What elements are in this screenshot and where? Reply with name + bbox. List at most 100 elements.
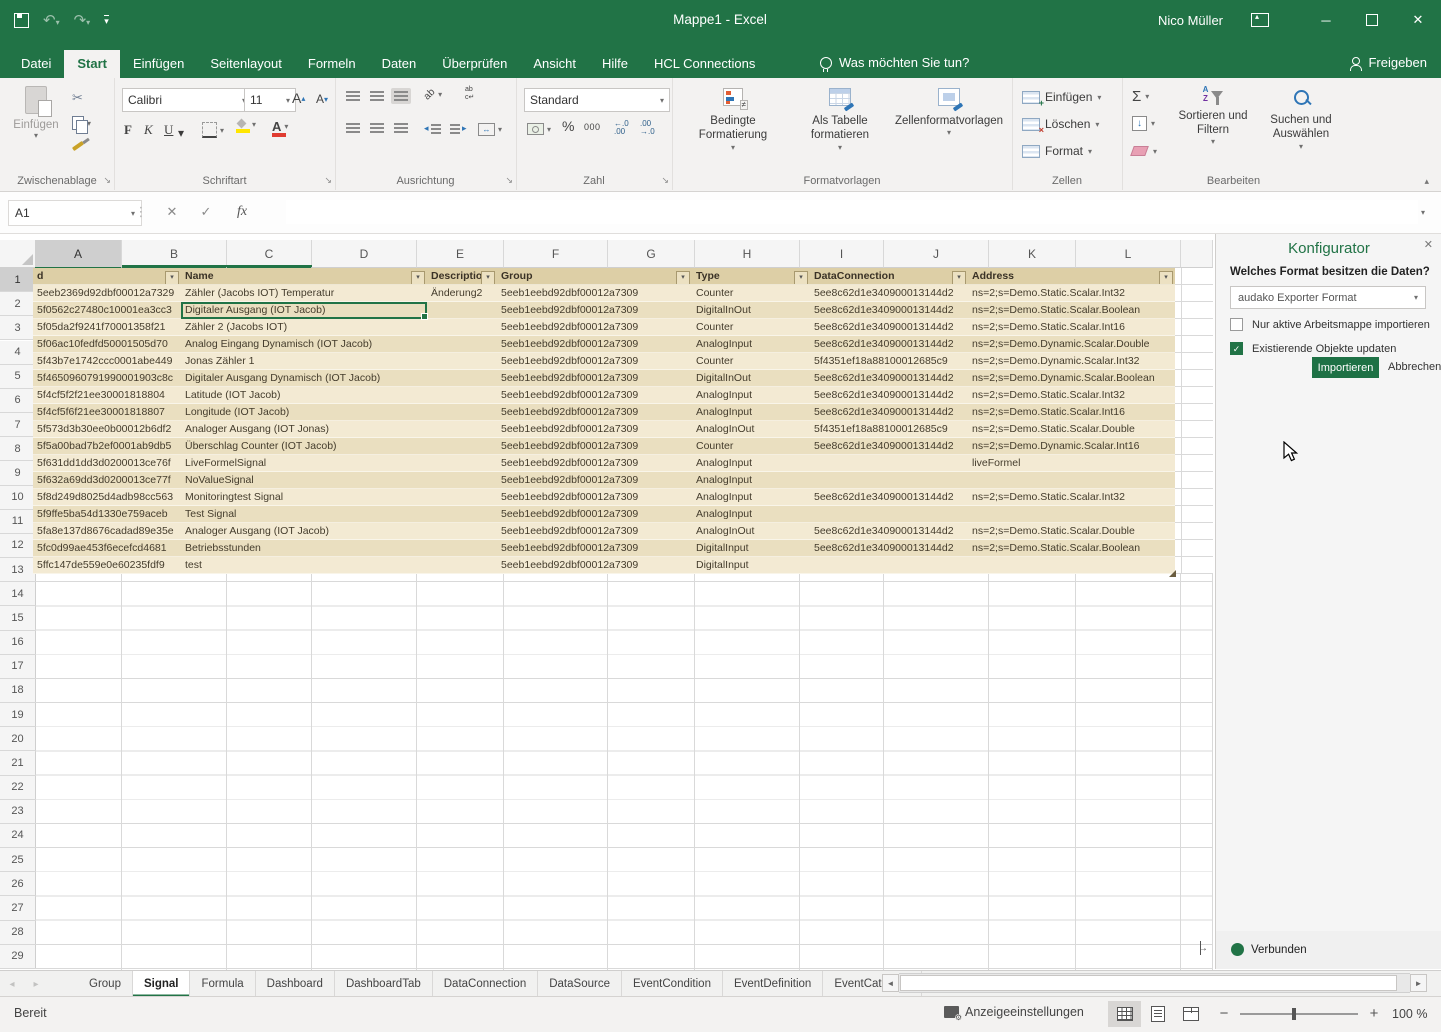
table-cell[interactable] (427, 489, 497, 506)
row-header-26[interactable]: 26 (0, 872, 36, 896)
fill-color-button[interactable]: ▾ (236, 120, 256, 129)
dialog-launcher-icon[interactable]: ↘ (324, 175, 332, 186)
sheet-nav-left-icon[interactable]: ◂ (0, 971, 24, 997)
row-header-19[interactable]: 19 (0, 703, 36, 727)
table-cell[interactable]: 5ffc147de559e0e60235fdf9 (33, 557, 181, 574)
orientation-button[interactable]: ab▾ (421, 86, 445, 103)
selected-cell-border[interactable] (181, 302, 427, 319)
table-cell[interactable]: 5fc0d99ae453f6ecefcd4681 (33, 540, 181, 557)
row-header-22[interactable]: 22 (0, 776, 36, 800)
table-cell[interactable] (427, 404, 497, 421)
ribbon-tab-formeln[interactable]: Formeln (295, 50, 369, 78)
table-cell[interactable]: AnalogInput (692, 336, 810, 353)
row-header-8[interactable]: 8 (0, 437, 36, 461)
align-bottom-button[interactable] (391, 88, 411, 104)
table-cell[interactable]: ns=2;s=Demo.Static.Scalar.Int16 (968, 319, 1175, 336)
table-cell[interactable]: Zähler (Jacobs IOT) Temperatur (181, 285, 427, 302)
column-header-l[interactable]: L (1076, 240, 1181, 268)
table-cell[interactable]: 5eeb1eebd92dbf00012a7309 (497, 438, 692, 455)
row-header-29[interactable]: 29 (0, 945, 36, 969)
table-cell[interactable]: 5f4351ef18a88100012685c9 (810, 421, 968, 438)
row-header-10[interactable]: 10 (0, 486, 36, 510)
table-cell[interactable] (810, 557, 968, 574)
table-cell[interactable] (968, 557, 1175, 574)
increase-decimal-icon[interactable]: ←.0 .00 (614, 120, 629, 136)
collapse-ribbon-icon[interactable]: ▴ (1424, 176, 1429, 187)
filter-button[interactable]: ▾ (411, 271, 425, 285)
filter-button[interactable]: ▾ (952, 271, 966, 285)
page-break-view-button[interactable] (1174, 1001, 1207, 1027)
cell-styles-button[interactable]: Zellenformatvorlagen ▾ (888, 88, 1010, 137)
row-header-6[interactable]: 6 (0, 389, 36, 413)
maximize-button[interactable] (1349, 0, 1395, 40)
save-icon[interactable] (14, 13, 29, 28)
cut-button[interactable]: ✂ (72, 90, 83, 106)
percent-style-button[interactable]: % (562, 118, 574, 134)
table-cell[interactable]: 5ee8c62d1e340900013144d2 (810, 489, 968, 506)
column-header-g[interactable]: G (608, 240, 695, 268)
table-cell[interactable]: 5eeb1eebd92dbf00012a7309 (497, 455, 692, 472)
column-header-partial[interactable] (1181, 240, 1213, 268)
sheet-tab-eventdefinition[interactable]: EventDefinition (723, 971, 823, 997)
confirm-entry-icon[interactable]: ✓ (192, 200, 220, 224)
italic-button[interactable]: K (144, 122, 153, 138)
table-cell[interactable] (427, 438, 497, 455)
sheet-tab-dashboard[interactable]: Dashboard (256, 971, 335, 997)
table-cell[interactable]: 5ee8c62d1e340900013144d2 (810, 540, 968, 557)
table-cell[interactable]: Latitude (IOT Jacob) (181, 387, 427, 404)
decrease-font-icon[interactable]: A▾ (316, 92, 328, 106)
table-cell[interactable]: test (181, 557, 427, 574)
pane-close-icon[interactable]: ✕ (1424, 238, 1433, 251)
sheet-tab-formula[interactable]: Formula (190, 971, 255, 997)
table-cell[interactable]: Änderung2 (427, 285, 497, 302)
borders-button[interactable]: ▾ (202, 122, 224, 138)
increase-indent-button[interactable]: ▸ (447, 120, 470, 137)
ribbon-tab-hcl-connections[interactable]: HCL Connections (641, 50, 768, 78)
decrease-decimal-icon[interactable]: .00 →.0 (640, 120, 655, 136)
table-resize-handle[interactable] (1169, 570, 1176, 577)
table-cell[interactable]: 5f06ac10fedfd50001505d70 (33, 336, 181, 353)
row-header-1[interactable]: 1 (0, 268, 37, 292)
table-cell[interactable]: AnalogInput (692, 489, 810, 506)
display-settings-button[interactable]: Anzeigeeinstellungen (944, 1005, 1084, 1019)
format-select[interactable]: audako Exporter Format ▾ (1230, 286, 1426, 309)
scrollbar-thumb[interactable] (900, 975, 1397, 991)
row-header-27[interactable]: 27 (0, 896, 36, 920)
sheet-tab-dataconnection[interactable]: DataConnection (433, 971, 538, 997)
sheet-tab-signal[interactable]: Signal (133, 971, 191, 997)
table-cell[interactable] (427, 557, 497, 574)
decrease-indent-button[interactable]: ◂ (421, 120, 444, 137)
format-painter-button[interactable] (72, 144, 84, 148)
ribbon-tab--berpr-fen[interactable]: Überprüfen (429, 50, 520, 78)
wrap-text-button[interactable]: abc↵ (465, 86, 474, 101)
table-cell[interactable]: Betriebsstunden (181, 540, 427, 557)
zoom-slider[interactable] (1240, 1013, 1358, 1015)
table-cell[interactable]: 5f4351ef18a88100012685c9 (810, 353, 968, 370)
delete-cells-button[interactable]: × Löschen▾ (1022, 117, 1099, 131)
table-cell[interactable]: 5eeb1eebd92dbf00012a7309 (497, 353, 692, 370)
table-cell[interactable] (968, 472, 1175, 489)
table-cell[interactable]: 5eeb1eebd92dbf00012a7309 (497, 523, 692, 540)
table-cell[interactable] (810, 506, 968, 523)
table-cell[interactable]: liveFormel (968, 455, 1175, 472)
table-cell[interactable]: ns=2;s=Demo.Dynamic.Scalar.Int16 (968, 438, 1175, 455)
table-cell[interactable]: DigitalInOut (692, 302, 810, 319)
table-cell[interactable] (968, 506, 1175, 523)
increase-font-icon[interactable]: A▴ (292, 90, 305, 106)
table-cell[interactable]: 5f4650960791990001903c8c (33, 370, 181, 387)
table-cell[interactable]: 5ee8c62d1e340900013144d2 (810, 438, 968, 455)
table-cell[interactable] (427, 472, 497, 489)
row-header-15[interactable]: 15 (0, 606, 36, 630)
dialog-launcher-icon[interactable]: ↘ (661, 175, 669, 186)
table-cell[interactable]: ns=2;s=Demo.Dynamic.Scalar.Int32 (968, 353, 1175, 370)
sort-filter-button[interactable]: AZ Sortieren und Filtern ▾ (1170, 86, 1256, 146)
scroll-right-icon[interactable]: ► (1410, 974, 1427, 992)
table-cell[interactable] (427, 302, 497, 319)
column-header-e[interactable]: E (417, 240, 504, 268)
align-middle-button[interactable] (367, 88, 387, 104)
filter-button[interactable]: ▾ (1159, 271, 1173, 285)
column-header-f[interactable]: F (504, 240, 608, 268)
zoom-slider-thumb[interactable] (1292, 1008, 1296, 1020)
table-cell[interactable] (427, 455, 497, 472)
row-header-28[interactable]: 28 (0, 921, 36, 945)
